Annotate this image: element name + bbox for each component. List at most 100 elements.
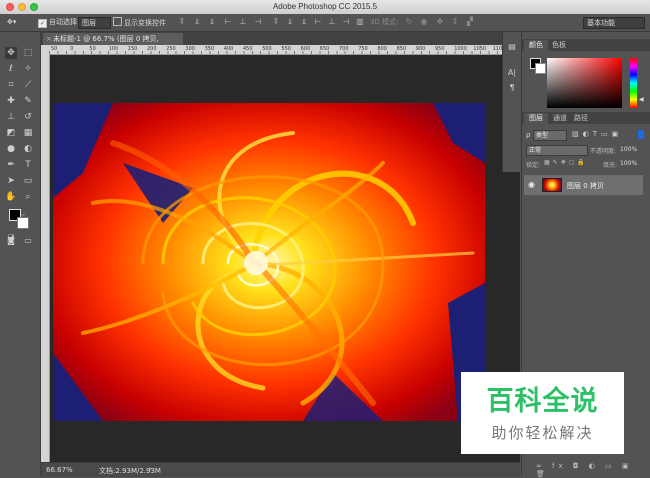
filter-toggle-icon[interactable] (638, 130, 644, 139)
brush-tool-icon[interactable]: ✎ (22, 95, 34, 107)
show-transform-checkbox[interactable]: 显示变换控件 (113, 17, 166, 28)
healing-brush-tool-icon[interactable]: ✚ (5, 95, 17, 107)
blend-mode-select[interactable]: 正常 (526, 145, 588, 156)
move-tool-icon[interactable]: ✥▾ (7, 17, 16, 27)
quick-mask-icon[interactable]: ◙ (5, 235, 17, 247)
path-selection-tool-icon[interactable]: ➤ (5, 175, 17, 187)
align-top-icon[interactable]: ⫪ (178, 17, 186, 27)
tab-layers[interactable]: 图层 (524, 113, 548, 124)
paragraph-panel-icon[interactable]: ¶ (507, 83, 517, 93)
ruler-label: 1050 (473, 46, 487, 52)
distribute-right-icon[interactable]: ⊣ (342, 17, 350, 27)
ruler-label: 450 (243, 46, 253, 52)
zoom-tool-icon[interactable]: ⌕ (22, 191, 34, 203)
background-color-swatch[interactable] (17, 217, 29, 229)
rectangle-tool-icon[interactable]: ▭ (22, 175, 34, 187)
distribute-bottom-icon[interactable]: ⫫ (300, 17, 308, 27)
align-hcenter-icon[interactable]: ⊥ (239, 17, 247, 27)
fill-value[interactable]: 100% (620, 160, 637, 167)
roll-3d-icon[interactable]: ◉ (420, 17, 428, 27)
color-panel-tabs: 颜色 色板 (522, 39, 650, 51)
lock-icons[interactable]: ▦✎✥▢🔒 (544, 159, 588, 166)
eye-icon[interactable]: ◉ (528, 180, 535, 189)
history-brush-tool-icon[interactable]: ↺ (22, 111, 34, 123)
align-bottom-icon[interactable]: ⫫ (208, 17, 216, 27)
status-menu-icon[interactable]: › (149, 465, 152, 473)
color-spectrum-field[interactable] (547, 58, 622, 108)
auto-select-checkbox[interactable]: ✓ 自动选择: (38, 17, 79, 28)
auto-select-dropdown[interactable]: 图层 (78, 17, 111, 29)
crop-tool-icon[interactable]: ⌗ (5, 79, 17, 91)
vertical-ruler[interactable] (41, 54, 50, 462)
watermark-subtitle: 助你轻松解决 (491, 424, 594, 442)
document-tabbar: × 未标题-1 @ 66.7% (图层 0 拷贝, RGB/8*) * (41, 32, 520, 55)
align-vcenter-icon[interactable]: ⫫ (193, 17, 201, 27)
magic-wand-tool-icon[interactable]: ✧ (22, 63, 34, 75)
ruler-label: 50 (51, 46, 58, 52)
screen-mode-icon[interactable]: ▭ (22, 235, 34, 247)
rotate-3d-icon[interactable]: ↻ (405, 17, 413, 27)
ruler-label: 350 (204, 46, 215, 52)
ruler-label: 0 (70, 46, 74, 52)
ruler-label: 50 (89, 46, 96, 52)
opacity-label: 不透明度: (590, 148, 617, 155)
color-panel-bg-swatch[interactable] (535, 63, 546, 74)
pen-tool-icon[interactable]: ✒ (5, 159, 17, 171)
lock-label: 锁定: (526, 162, 541, 169)
align-right-icon[interactable]: ⊣ (254, 17, 262, 27)
checkmark-icon: ✓ (38, 19, 47, 28)
ruler-label: 700 (339, 46, 349, 52)
slide-3d-icon[interactable]: ⇕ (451, 17, 459, 27)
hue-slider[interactable] (630, 58, 637, 108)
drag-3d-icon[interactable]: ✥ (436, 17, 444, 27)
fill-label: 填充: (603, 162, 618, 169)
document-tab[interactable]: × 未标题-1 @ 66.7% (图层 0 拷贝, RGB/8*) * (43, 33, 183, 55)
distribute-left-icon[interactable]: ⊢ (314, 17, 322, 27)
ruler-origin[interactable] (41, 45, 49, 54)
zoom-level[interactable]: 66.67% (46, 466, 73, 474)
ruler-label: 1000 (454, 46, 467, 52)
character-panel-icon[interactable]: A| (507, 68, 517, 78)
scale-3d-icon[interactable]: ▞ (466, 17, 474, 27)
blur-tool-icon[interactable]: ● (5, 143, 17, 155)
close-icon[interactable]: × (46, 33, 52, 45)
layer-name[interactable]: 图层 0 拷贝 (567, 181, 604, 191)
filter-icons[interactable]: ▨◐T▭▣ (572, 130, 622, 138)
hand-tool-icon[interactable]: ✋ (5, 191, 17, 203)
options-bar: ✥▾ ✓ 自动选择: 图层 显示变换控件 ⫪ ⫫ ⫫ ⊢ ⊥ ⊣ ⫪ ⫫ ⫫ ⊢ … (0, 14, 650, 32)
tab-paths[interactable]: 路径 (569, 113, 593, 124)
dodge-tool-icon[interactable]: ◐ (22, 143, 34, 155)
distribute-hcenter-icon[interactable]: ⊥ (328, 17, 336, 27)
ruler-label: 950 (435, 46, 445, 52)
marquee-tool-icon[interactable]: ⬚ (22, 47, 34, 59)
layer-row[interactable]: ◉ 图层 0 拷贝 (524, 175, 643, 195)
ruler-label: 150 (127, 46, 138, 52)
gradient-tool-icon[interactable]: ▦ (22, 127, 34, 139)
eraser-tool-icon[interactable]: ◩ (5, 127, 17, 139)
auto-align-icon[interactable]: ▥ (356, 17, 364, 27)
type-tool-icon[interactable]: T (22, 159, 34, 171)
panel-dock: ▤ A| ¶ (502, 32, 521, 172)
filter-kind-select[interactable]: 类型 (533, 130, 567, 141)
opacity-value[interactable]: 100% (620, 146, 637, 153)
eyedropper-tool-icon[interactable]: ⟋ (22, 79, 34, 91)
tab-swatches[interactable]: 色板 (547, 40, 571, 51)
hue-slider-handle-icon[interactable]: ◀ (639, 96, 644, 103)
ruler-label: 500 (262, 46, 272, 52)
move-tool-icon[interactable]: ✥ (5, 47, 17, 59)
distribute-vcenter-icon[interactable]: ⫫ (286, 17, 294, 27)
watermark-logo: 百科全说 助你轻松解决 (461, 372, 624, 454)
swirl-artwork (53, 103, 485, 421)
ruler-label: 100 (108, 46, 119, 52)
tab-color[interactable]: 颜色 (524, 40, 548, 51)
history-panel-icon[interactable]: ▤ (507, 42, 517, 52)
lasso-tool-icon[interactable]: ℓ (5, 63, 17, 75)
align-left-icon[interactable]: ⊢ (224, 17, 232, 27)
distribute-top-icon[interactable]: ⫪ (272, 17, 280, 27)
canvas-image[interactable] (53, 103, 485, 421)
workspace-dropdown[interactable]: 基本功能 (583, 17, 645, 29)
filter-search-icon: ρ (526, 131, 531, 139)
horizontal-ruler[interactable]: 50 0 50 100 150 200 250 300 350 400 450 500 550 600 65… (49, 45, 520, 55)
ruler-label: 650 (319, 46, 330, 52)
clone-stamp-tool-icon[interactable]: ⊥ (5, 111, 17, 123)
